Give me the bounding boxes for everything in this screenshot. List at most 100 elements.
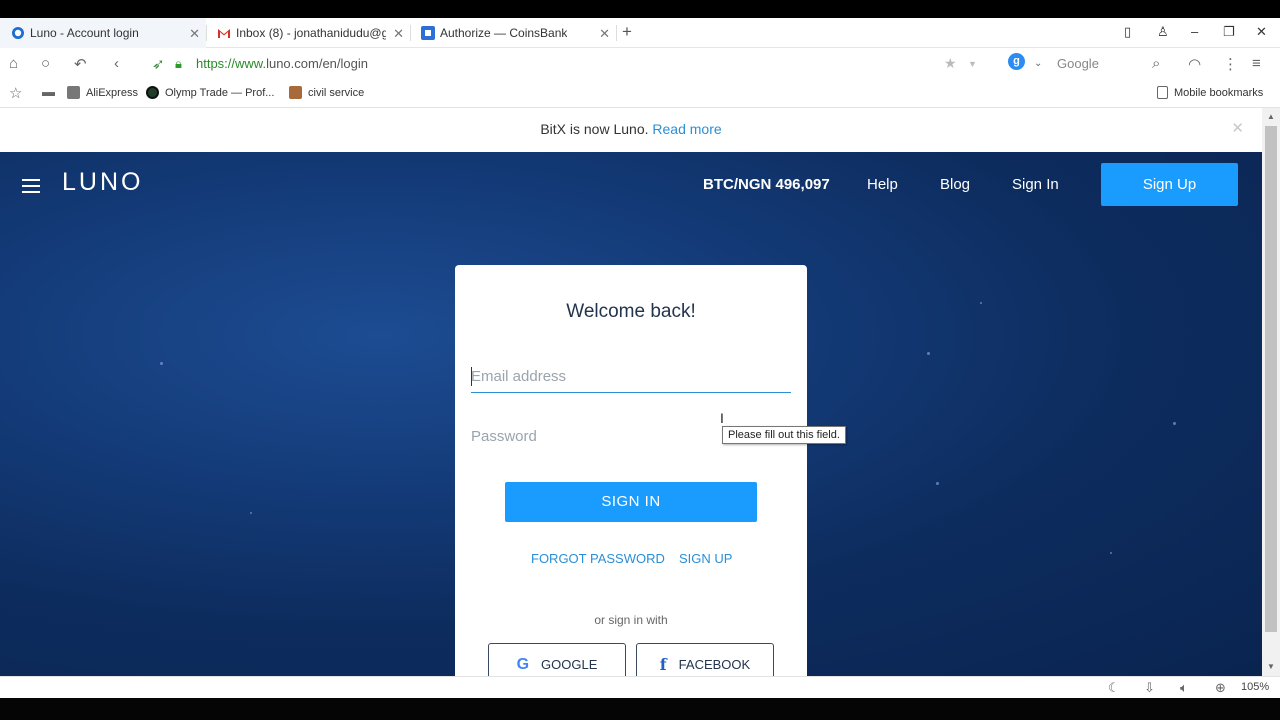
nav-blog[interactable]: Blog xyxy=(940,176,970,193)
sign-up-button[interactable]: Sign Up xyxy=(1101,163,1238,206)
sign-in-button[interactable]: SIGN IN xyxy=(505,482,757,522)
olymp-icon xyxy=(146,86,159,99)
tab-label: Inbox (8) - jonathanidudu@gn xyxy=(236,26,386,40)
bookmark-olymp-trade[interactable]: Olymp Trade — Prof... xyxy=(146,86,274,99)
scroll-up-icon[interactable]: ▲ xyxy=(1267,112,1275,121)
close-icon[interactable]: ✕ xyxy=(189,26,200,42)
gmail-icon xyxy=(218,29,230,38)
login-card: Welcome back! SIGN IN FORGOT PASSWORD SI… xyxy=(455,265,807,676)
url-protocol: https://www. xyxy=(196,56,267,71)
star-icon[interactable]: ★ xyxy=(944,55,957,72)
close-icon[interactable]: ✕ xyxy=(1231,108,1244,150)
star-decoration xyxy=(936,482,939,485)
google-icon: G xyxy=(516,655,530,673)
bookmark-aliexpress[interactable]: AliExpress xyxy=(67,86,138,99)
new-tab-icon[interactable]: + xyxy=(622,22,632,42)
rocket-icon: ➶ xyxy=(152,56,165,73)
star-icon[interactable]: ☆ xyxy=(9,84,22,102)
close-icon[interactable]: ✕ xyxy=(393,26,404,42)
nav-sign-in[interactable]: Sign In xyxy=(1012,176,1059,193)
google-label: GOOGLE xyxy=(541,657,598,672)
bookmarks-bar: ☆ ▬ AliExpress Olymp Trade — Prof... civ… xyxy=(0,78,1280,108)
star-decoration xyxy=(927,352,930,355)
tab-coinsbank[interactable]: Authorize — CoinsBank ✕ xyxy=(411,18,616,48)
bookmark-label: AliExpress xyxy=(86,86,138,99)
bookmark-label: Mobile bookmarks xyxy=(1174,86,1264,99)
url-domain: luno.com/en/login xyxy=(266,56,368,71)
star-decoration xyxy=(980,302,982,304)
hamburger-menu-icon[interactable] xyxy=(22,179,40,193)
close-window-icon[interactable]: ✕ xyxy=(1256,24,1267,40)
tab-gmail[interactable]: Inbox (8) - jonathanidudu@gn ✕ xyxy=(207,18,410,48)
tab-bar: Luno - Account login ✕ Inbox (8) - jonat… xyxy=(0,18,1280,48)
minimize-icon[interactable]: – xyxy=(1191,24,1198,39)
star-decoration xyxy=(1110,552,1112,554)
document-icon[interactable]: ▬ xyxy=(42,84,55,99)
star-decoration xyxy=(1173,422,1176,425)
zoom-level[interactable]: 105% xyxy=(1241,681,1269,693)
bookmark-label: Olymp Trade — Prof... xyxy=(165,86,275,99)
reload-icon[interactable]: ○ xyxy=(41,55,50,72)
back-icon[interactable]: ‹ xyxy=(114,55,119,72)
notice-text: BitX is now Luno. xyxy=(540,121,649,137)
undo-icon[interactable]: ↶ xyxy=(74,55,87,73)
mobile-bookmarks[interactable]: Mobile bookmarks xyxy=(1157,86,1263,99)
luno-logo[interactable]: LUNO xyxy=(62,168,143,197)
btc-price[interactable]: BTC/NGN 496,097 xyxy=(703,176,830,193)
close-icon[interactable]: ✕ xyxy=(599,26,610,42)
vertical-scrollbar[interactable]: ▲ ▼ xyxy=(1262,108,1280,676)
google-button[interactable]: G GOOGLE xyxy=(488,643,626,676)
lock-icon: 🔒︎ xyxy=(175,56,182,71)
email-field[interactable] xyxy=(471,361,791,393)
star-decoration xyxy=(160,362,163,365)
tab-luno[interactable]: Luno - Account login ✕ xyxy=(0,18,206,48)
validation-tooltip: Please fill out this field. xyxy=(722,426,846,444)
coinsbank-icon xyxy=(421,26,435,40)
search-input[interactable]: Google xyxy=(1057,56,1099,71)
bookmark-civil-service[interactable]: civil service xyxy=(289,86,364,99)
menu-icon[interactable]: ≡ xyxy=(1252,55,1261,72)
address-bar: ⌂ ○ ↶ ‹ ➶ 🔒︎ https://www.luno.com/en/log… xyxy=(0,48,1280,78)
browser-window: Luno - Account login ✕ Inbox (8) - jonat… xyxy=(0,18,1280,698)
more-icon[interactable]: ⋮ xyxy=(1223,55,1238,73)
facebook-button[interactable]: f FACEBOOK xyxy=(636,643,774,676)
taskbar-strip xyxy=(0,698,1280,720)
download-icon[interactable]: ⇩ xyxy=(1144,680,1155,696)
chevron-down-icon[interactable]: ▼ xyxy=(968,59,977,69)
search-icon[interactable]: ⌕ xyxy=(1152,55,1160,72)
divider xyxy=(616,25,617,41)
tab-list-icon[interactable]: ▯ xyxy=(1124,24,1131,40)
sign-up-link[interactable]: SIGN UP xyxy=(679,551,732,566)
night-mode-icon[interactable]: ☾ xyxy=(1108,680,1120,696)
shirt-icon[interactable]: ♙ xyxy=(1157,24,1169,40)
bookmark-label: civil service xyxy=(308,86,365,99)
facebook-icon: f xyxy=(659,655,667,674)
civil-service-icon xyxy=(289,86,302,99)
facebook-label: FACEBOOK xyxy=(678,657,751,672)
restore-icon[interactable]: ❐ xyxy=(1223,24,1235,40)
url-field[interactable]: https://www.luno.com/en/login xyxy=(196,56,368,71)
luno-favicon-icon xyxy=(12,27,24,39)
chevron-down-icon[interactable]: ⌄ xyxy=(1034,58,1042,69)
star-decoration xyxy=(250,512,252,514)
login-title: Welcome back! xyxy=(566,301,696,322)
wifi-icon[interactable]: ◠ xyxy=(1188,55,1201,73)
read-more-link[interactable]: Read more xyxy=(652,121,721,137)
tab-label: Authorize — CoinsBank xyxy=(440,26,568,40)
scroll-down-icon[interactable]: ▼ xyxy=(1267,662,1275,671)
zoom-icon[interactable]: ⊕ xyxy=(1215,680,1226,696)
tab-label: Luno - Account login xyxy=(30,26,139,40)
home-icon[interactable]: ⌂ xyxy=(9,55,18,72)
folder-icon xyxy=(67,86,80,99)
forgot-password-link[interactable]: FORGOT PASSWORD xyxy=(531,551,665,566)
scroll-thumb[interactable] xyxy=(1265,126,1277,632)
text-caret xyxy=(471,367,472,386)
hero-section: LUNO BTC/NGN 496,097 Help Blog Sign In S… xyxy=(0,152,1262,676)
text-cursor-icon: I xyxy=(720,410,724,426)
nav-help[interactable]: Help xyxy=(867,176,898,193)
search-engine-icon[interactable]: g xyxy=(1008,53,1025,70)
volume-icon[interactable]: 🔈︎ xyxy=(1180,680,1188,696)
or-sign-in-text: or sign in with xyxy=(594,613,668,627)
mobile-icon xyxy=(1157,86,1168,99)
status-bar: ☾ ⇩ 🔈︎ ⊕ 105% xyxy=(0,676,1280,698)
